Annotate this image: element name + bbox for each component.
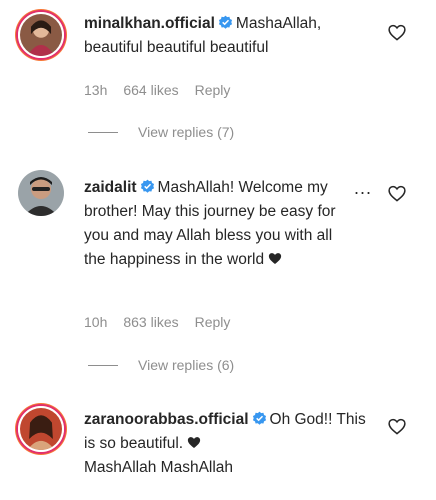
avatar[interactable] bbox=[18, 406, 64, 452]
black-heart-emoji bbox=[268, 253, 282, 265]
heart-outline-icon[interactable] bbox=[388, 185, 406, 202]
reply-button[interactable]: Reply bbox=[195, 314, 231, 330]
view-replies-label: View replies (6) bbox=[138, 357, 235, 373]
avatar[interactable] bbox=[18, 12, 64, 58]
avatar-image bbox=[18, 170, 64, 216]
avatar-image bbox=[20, 14, 62, 56]
verified-badge-icon bbox=[218, 15, 232, 29]
likes-count[interactable]: 863 likes bbox=[123, 314, 178, 330]
avatar[interactable] bbox=[18, 170, 64, 216]
username[interactable]: zaidalit bbox=[84, 179, 137, 196]
replies-divider bbox=[88, 364, 118, 366]
comment-meta: 10h 863 likes Reply bbox=[84, 314, 246, 330]
comment-text-continued: MashAllah MashAllah bbox=[84, 459, 234, 476]
comment-meta: 13h 664 likes Reply bbox=[84, 82, 246, 98]
timestamp: 13h bbox=[84, 82, 108, 98]
view-replies-button[interactable]: View replies (6) bbox=[88, 357, 234, 373]
replies-divider bbox=[88, 131, 118, 133]
verified-badge-icon bbox=[140, 179, 154, 193]
comment-text-block: zaidalit MashAllah! Welcome my brother! M… bbox=[84, 176, 354, 272]
comment-text-block: zaranoorabbas.official Oh God!! This is s… bbox=[84, 408, 380, 480]
avatar-image bbox=[20, 408, 62, 450]
black-heart-emoji bbox=[187, 437, 201, 449]
more-options-icon[interactable]: ... bbox=[354, 178, 372, 199]
heart-outline-icon[interactable] bbox=[388, 24, 406, 41]
reply-button[interactable]: Reply bbox=[195, 82, 231, 98]
heart-outline-icon[interactable] bbox=[388, 418, 406, 435]
view-replies-label: View replies (7) bbox=[138, 124, 235, 140]
verified-badge-icon bbox=[252, 411, 266, 425]
likes-count[interactable]: 664 likes bbox=[123, 82, 178, 98]
timestamp: 10h bbox=[84, 314, 108, 330]
username[interactable]: zaranoorabbas.official bbox=[84, 411, 249, 428]
comment-text-block: minalkhan.official MashaAllah, beautiful … bbox=[84, 12, 380, 60]
view-replies-button[interactable]: View replies (7) bbox=[88, 124, 234, 140]
username[interactable]: minalkhan.official bbox=[84, 15, 215, 32]
